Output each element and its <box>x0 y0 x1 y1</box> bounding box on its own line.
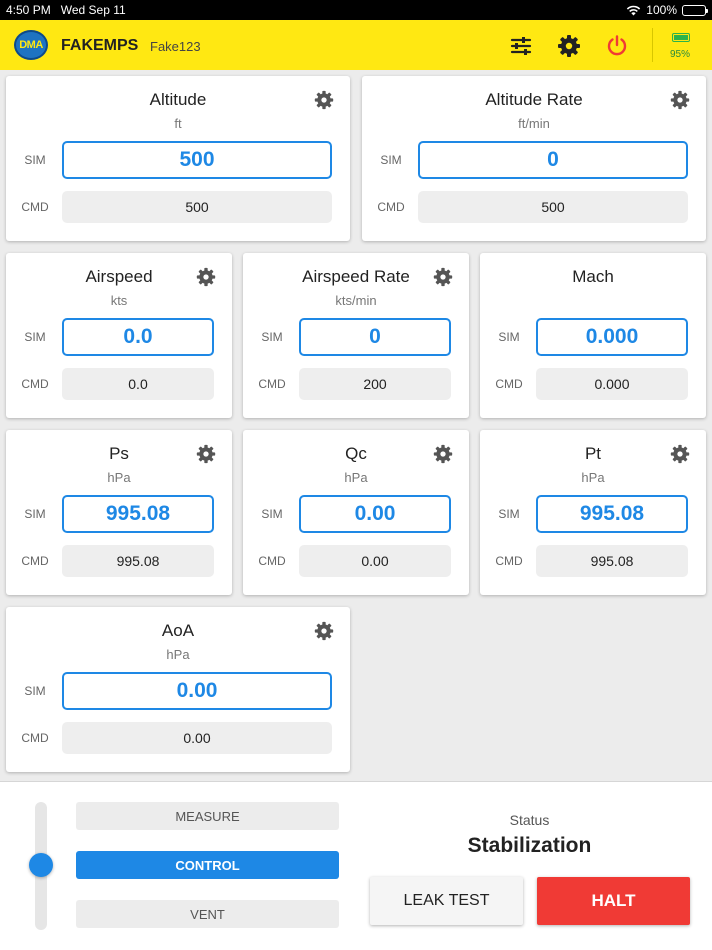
ps-sim-input[interactable]: 995.08 <box>62 495 214 533</box>
card-unit: ft/min <box>518 116 550 131</box>
qc-sim-input[interactable]: 0.00 <box>299 495 451 533</box>
status-value: Stabilization <box>467 834 592 857</box>
mode-slider-thumb[interactable] <box>29 853 53 877</box>
leak-test-button[interactable]: LEAK TEST <box>370 877 523 925</box>
cmd-label: CMD <box>258 554 286 568</box>
airspeed-cmd-value: 0.0 <box>62 368 214 400</box>
system-status-bar: 4:50 PM Wed Sep 11 100% <box>0 0 712 20</box>
altitude-rate-cmd-value: 500 <box>418 191 688 223</box>
header-divider <box>652 28 653 62</box>
ps-cmd-value: 995.08 <box>62 545 214 577</box>
gear-icon[interactable] <box>557 34 581 58</box>
card-title: Mach <box>572 267 614 286</box>
card-qc: Qc hPa SIM 0.00 CMD 0.00 <box>243 430 469 595</box>
card-aoa: AoA hPa SIM 0.00 CMD 0.00 <box>6 607 350 772</box>
card-airspeed: Airspeed kts SIM 0.0 CMD 0.0 <box>6 253 232 418</box>
card-title: AoA <box>161 621 195 640</box>
card-title: Altitude <box>149 90 207 109</box>
battery-icon <box>682 4 708 16</box>
mode-vent-button[interactable]: VENT <box>76 900 339 928</box>
status-right: 100% <box>626 3 708 17</box>
sim-label: SIM <box>261 330 283 344</box>
sim-label: SIM <box>498 507 520 521</box>
card-mach: Mach SIM 0.000 CMD 0.000 <box>480 253 706 418</box>
device-battery-icon <box>672 33 690 42</box>
status-battery-text: 100% <box>646 3 677 17</box>
sim-label: SIM <box>24 684 46 698</box>
gear-icon[interactable] <box>670 90 690 110</box>
sim-label: SIM <box>24 330 46 344</box>
cmd-label: CMD <box>495 377 523 391</box>
gear-icon[interactable] <box>314 621 334 641</box>
cmd-label: CMD <box>495 554 523 568</box>
card-unit: hPa <box>581 470 605 485</box>
mach-cmd-value: 0.000 <box>536 368 688 400</box>
card-unit: hPa <box>166 647 190 662</box>
card-unit: hPa <box>107 470 131 485</box>
control-panel: MEASURE CONTROL VENT Status Stabilizatio… <box>0 781 712 950</box>
airspeed-rate-cmd-value: 200 <box>299 368 451 400</box>
altitude-sim-input[interactable]: 500 <box>62 141 332 179</box>
altitude-cmd-value: 500 <box>62 191 332 223</box>
cmd-label: CMD <box>21 200 49 214</box>
gear-icon[interactable] <box>670 444 690 464</box>
airspeed-rate-sim-input[interactable]: 0 <box>299 318 451 356</box>
wifi-icon <box>627 5 641 16</box>
mode-control-button[interactable]: CONTROL <box>76 851 339 879</box>
status-time: 4:50 PM Wed Sep 11 <box>6 3 126 17</box>
power-icon[interactable] <box>605 34 629 58</box>
card-unit: ft <box>174 116 182 131</box>
altitude-rate-sim-input[interactable]: 0 <box>418 141 688 179</box>
cmd-label: CMD <box>21 731 49 745</box>
gear-icon[interactable] <box>196 444 216 464</box>
gear-icon[interactable] <box>433 267 453 287</box>
mode-measure-button[interactable]: MEASURE <box>76 802 339 830</box>
airspeed-sim-input[interactable]: 0.0 <box>62 318 214 356</box>
cmd-label: CMD <box>377 200 405 214</box>
gear-icon[interactable] <box>433 444 453 464</box>
pt-sim-input[interactable]: 995.08 <box>536 495 688 533</box>
card-pt: Pt hPa SIM 995.08 CMD 995.08 <box>480 430 706 595</box>
sim-label: SIM <box>24 507 46 521</box>
app-name: FAKEMPS <box>61 37 139 54</box>
cmd-label: CMD <box>21 554 49 568</box>
qc-cmd-value: 0.00 <box>299 545 451 577</box>
app-header: DMA FAKEMPS Fake123 95% <box>0 20 712 70</box>
aoa-cmd-value: 0.00 <box>62 722 332 754</box>
card-ps: Ps hPa SIM 995.08 CMD 995.08 <box>6 430 232 595</box>
dma-logo: DMA <box>14 30 48 60</box>
sim-label: SIM <box>24 153 46 167</box>
mach-sim-input[interactable]: 0.000 <box>536 318 688 356</box>
cmd-label: CMD <box>21 377 49 391</box>
status-clock: 4:50 PM <box>6 3 51 17</box>
card-unit: kts/min <box>335 293 377 308</box>
halt-button[interactable]: HALT <box>537 877 690 925</box>
sim-label: SIM <box>498 330 520 344</box>
status-label: Status <box>509 812 550 828</box>
card-airspeed-rate: Airspeed Rate kts/min SIM 0 CMD 200 <box>243 253 469 418</box>
cmd-label: CMD <box>258 377 286 391</box>
gear-icon[interactable] <box>314 90 334 110</box>
sim-label: SIM <box>261 507 283 521</box>
sliders-icon[interactable] <box>509 34 533 58</box>
device-battery-percent: 95% <box>670 49 691 60</box>
status-date: Wed Sep 11 <box>60 3 126 17</box>
sim-label: SIM <box>380 153 402 167</box>
aoa-sim-input[interactable]: 0.00 <box>62 672 332 710</box>
card-altitude-rate: Altitude Rate ft/min SIM 0 CMD 500 <box>362 76 706 241</box>
card-unit: hPa <box>344 470 368 485</box>
card-altitude: Altitude ft SIM 500 CMD 500 <box>6 76 350 241</box>
card-title: Altitude Rate <box>485 90 583 109</box>
gear-icon[interactable] <box>196 267 216 287</box>
device-name: Fake123 <box>150 39 201 54</box>
pt-cmd-value: 995.08 <box>536 545 688 577</box>
card-unit: kts <box>110 293 128 308</box>
